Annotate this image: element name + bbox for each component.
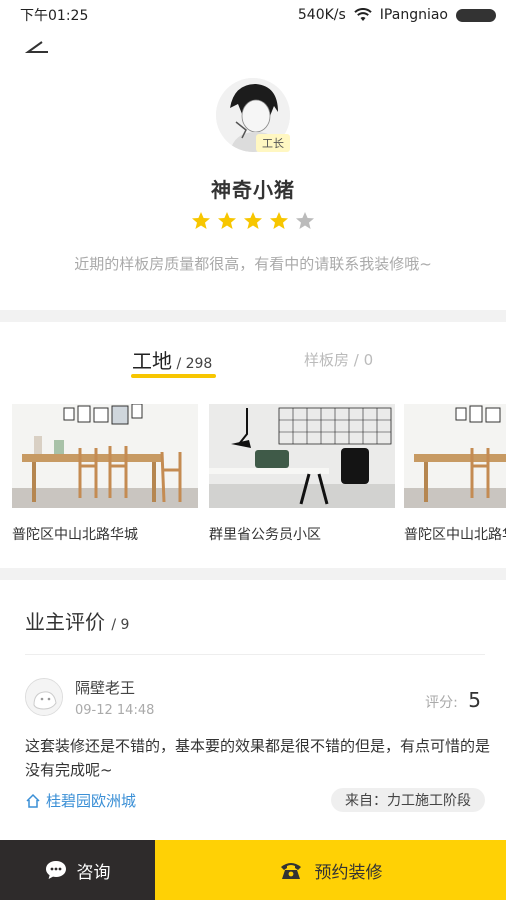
site-photo — [209, 404, 395, 508]
consult-label: 咨询 — [76, 862, 111, 883]
chat-bubble-icon — [45, 861, 66, 879]
bottom-action-bar: 咨询 预约装修 — [0, 840, 506, 900]
review-score: 评分: 5 — [425, 688, 481, 712]
review-time: 09-12 14:48 — [75, 703, 155, 718]
reviewer-name: 隔壁老王 — [75, 679, 136, 697]
tab-active-indicator — [131, 374, 216, 378]
foreman-badge: 工长 — [256, 134, 290, 152]
community-link[interactable]: 桂碧园欧洲城 — [25, 790, 136, 811]
tabs: 工地 / 298 样板房 / 0 — [0, 345, 506, 385]
network-speed: 540K/s — [297, 7, 346, 23]
site-card[interactable]: 群里省公务员小区 — [209, 404, 395, 544]
reviews-title: 业主评价 — [25, 610, 105, 634]
battery-icon — [456, 8, 496, 22]
tab-title: 样板房 — [304, 351, 350, 369]
star-filled-icon — [244, 212, 262, 229]
star-empty-icon — [296, 212, 314, 229]
score-value: 5 — [468, 688, 481, 712]
tab-construction-sites[interactable]: 工地 / 298 — [132, 345, 212, 374]
consult-button[interactable]: 咨询 — [0, 840, 155, 900]
tab-title: 工地 — [132, 349, 172, 373]
site-card[interactable]: 普陀区中山北路华城 — [12, 404, 198, 544]
status-time: 下午01:25 — [20, 8, 89, 24]
rating-stars — [0, 211, 506, 231]
star-filled-icon — [192, 212, 210, 229]
carrier-name: IPangniao — [379, 7, 448, 23]
site-label: 群里省公务员小区 — [209, 527, 321, 543]
home-icon — [26, 793, 40, 808]
user-name: 神奇小猪 — [211, 178, 295, 202]
phone-icon — [280, 863, 301, 879]
divider-line — [25, 654, 485, 655]
tab-count: / 298 — [176, 356, 213, 372]
site-card[interactable]: 普陀区中山北路华城 — [404, 404, 506, 544]
review-text: 这套装修还是不错的，基本要的效果都是很不错的但是，有点可惜的是没有完成呢~ — [25, 737, 491, 779]
section-divider — [0, 568, 506, 580]
wifi-icon — [354, 8, 372, 21]
site-list: 普陀区中山北路华城 群里省公务员小区 普陀区中山北路 — [12, 404, 506, 544]
star-filled-icon — [218, 212, 236, 229]
tab-model-rooms[interactable]: 样板房 / 0 — [304, 349, 373, 370]
status-right: 540K/s IPangniao — [298, 7, 496, 23]
back-arrow-icon[interactable] — [20, 38, 52, 64]
community-name: 桂碧园欧洲城 — [46, 792, 137, 810]
reviews-count: / 9 — [111, 617, 130, 633]
tab-count: / 0 — [353, 351, 374, 369]
status-bar: 下午01:25 540K/s IPangniao — [0, 0, 506, 30]
profile-section: 工长 神奇小猪 近期的样板房质量都很高，有看中的请联系我装修哦~ — [0, 78, 506, 274]
score-label: 评分: — [425, 695, 458, 711]
site-photo — [12, 404, 198, 508]
reviewer-avatar[interactable] — [25, 678, 63, 716]
book-renovation-button[interactable]: 预约装修 — [155, 840, 506, 900]
user-bio: 近期的样板房质量都很高，有看中的请联系我装修哦~ — [74, 255, 432, 273]
book-label: 预约装修 — [314, 862, 383, 883]
site-photo — [404, 404, 506, 508]
star-filled-icon — [270, 212, 288, 229]
section-divider — [0, 310, 506, 322]
site-label: 普陀区中山北路华城 — [12, 527, 138, 543]
avatar-wrap: 工长 — [216, 78, 290, 152]
site-label: 普陀区中山北路华城 — [404, 527, 506, 543]
reviews-heading: 业主评价 / 9 — [25, 606, 129, 635]
review-source-tag: 来自：力工施工阶段 — [331, 788, 485, 812]
